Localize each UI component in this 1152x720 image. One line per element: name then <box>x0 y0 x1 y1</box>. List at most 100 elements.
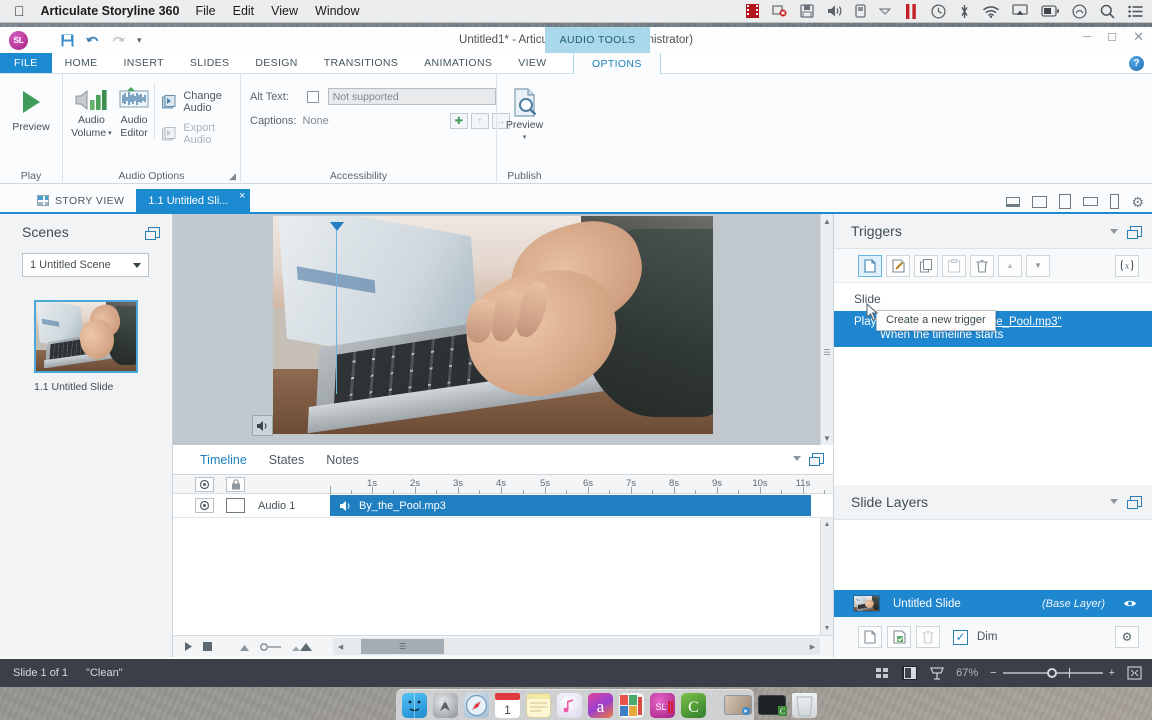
show-hide-all-icon[interactable] <box>195 476 214 492</box>
player-settings-gear-icon[interactable]: ⚙ <box>1131 195 1144 209</box>
preview-desktop-icon[interactable] <box>1006 196 1021 207</box>
tab-view[interactable]: VIEW <box>505 53 559 73</box>
menu-view[interactable]: View <box>271 4 298 18</box>
slide-canvas[interactable] <box>273 216 713 434</box>
tab-slides[interactable]: SLIDES <box>177 53 242 73</box>
tab-file[interactable]: FILE <box>0 53 52 73</box>
triggers-undock-icon[interactable] <box>1127 225 1142 239</box>
dock-item-safari[interactable] <box>464 692 489 720</box>
dock-minimized-terminal-window[interactable]: C <box>758 695 787 716</box>
volume-icon[interactable] <box>827 4 842 18</box>
slide-image-object[interactable] <box>273 216 713 434</box>
dock-item-microsoft-office[interactable] <box>619 692 644 718</box>
zoom-in-button[interactable]: + <box>1109 667 1115 679</box>
triggers-collapse-icon[interactable] <box>1110 228 1118 234</box>
edit-trigger-icon[interactable] <box>886 254 910 277</box>
hscroll-right-icon[interactable]: ▶ <box>805 643 820 651</box>
battery-icon[interactable] <box>1041 5 1059 17</box>
timeline-scroll-up-icon[interactable]: ▲ <box>821 518 833 531</box>
tab-transitions[interactable]: TRANSITIONS <box>311 53 411 73</box>
audio-object-badge[interactable] <box>252 415 273 436</box>
tab-home[interactable]: HOME <box>52 53 111 73</box>
bluetooth-icon[interactable] <box>959 4 970 19</box>
paste-trigger-icon[interactable] <box>942 254 966 277</box>
tab-design[interactable]: DESIGN <box>242 53 310 73</box>
change-audio-button[interactable]: Change Audio <box>162 90 240 114</box>
menu-file[interactable]: File <box>195 4 215 18</box>
lock-all-icon[interactable] <box>226 476 245 492</box>
zoom-slider[interactable]: − + <box>990 667 1115 679</box>
menu-edit[interactable]: Edit <box>233 4 255 18</box>
preview-phone-landscape-icon[interactable] <box>1083 197 1099 206</box>
zoom-knob[interactable] <box>1046 668 1057 678</box>
zoom-out-timeline-icon[interactable] <box>238 643 251 651</box>
dock-item-itunes[interactable] <box>557 692 582 718</box>
triggers-empty-area[interactable] <box>834 347 1152 485</box>
tab-insert[interactable]: INSERT <box>110 53 176 73</box>
timeline-collapse-icon[interactable] <box>793 456 801 461</box>
layers-undock-icon[interactable] <box>1127 496 1142 509</box>
delete-layer-icon[interactable] <box>916 626 940 648</box>
spotlight-search-icon[interactable] <box>1100 4 1115 19</box>
alt-text-checkbox[interactable] <box>307 90 319 103</box>
notification-center-icon[interactable] <box>1128 5 1143 18</box>
timeline-audio-clip[interactable]: By_the_Pool.mp3 <box>330 495 811 516</box>
close-icon[interactable]: ✕ <box>1133 29 1144 45</box>
help-icon[interactable]: ? <box>1129 56 1144 71</box>
scroll-down-arrow-icon[interactable]: ▼ <box>821 431 833 445</box>
new-layer-icon[interactable] <box>858 626 882 648</box>
audio-volume-button[interactable]: Audio Volume ▾ <box>69 83 114 139</box>
duplicate-layer-icon[interactable] <box>887 626 911 648</box>
track-visibility-icon[interactable] <box>195 498 214 513</box>
visibility-eye-icon[interactable] <box>1123 599 1137 608</box>
screen-record-icon[interactable] <box>772 4 787 18</box>
import-caption-icon[interactable]: ↑ <box>470 113 489 129</box>
layer-properties-gear-icon[interactable]: ⚙ <box>1115 626 1139 648</box>
menu-window[interactable]: Window <box>315 4 359 18</box>
scene-select-dropdown[interactable]: 1 Untitled Scene <box>22 253 149 277</box>
timeline-track-row[interactable]: Audio 1 By_the_Pool.mp3 <box>173 494 833 518</box>
layers-collapse-icon[interactable] <box>1110 499 1118 504</box>
minimize-icon[interactable]: ─ <box>1083 31 1091 43</box>
dock-item-storyline[interactable]: SL <box>650 692 675 720</box>
alt-text-input[interactable]: Not supported <box>327 88 496 105</box>
move-up-icon[interactable]: ▲ <box>998 254 1022 277</box>
preview-phone-portrait-icon[interactable] <box>1110 194 1120 209</box>
preview-tablet-landscape-icon[interactable] <box>1032 195 1048 208</box>
dock-minimized-preview-window[interactable] <box>724 695 752 715</box>
hscroll-thumb[interactable]: ☰ <box>361 639 444 654</box>
timeline-ruler[interactable]: 1s 2s 3s 4s 5s 6s 7s 8s 9s 10s 11s <box>330 475 825 494</box>
dock-item-launchpad[interactable] <box>433 692 458 718</box>
sim-card-icon[interactable] <box>855 4 866 18</box>
dock-item-articulate[interactable]: a <box>588 692 613 718</box>
timeline-play-icon[interactable] <box>184 642 192 651</box>
new-trigger-icon[interactable] <box>858 254 882 277</box>
timeline-scale-icon[interactable] <box>260 642 282 651</box>
apple-logo-icon[interactable]:  <box>14 4 25 18</box>
scene-slide-thumbnail[interactable] <box>34 300 138 373</box>
save-disk-icon[interactable] <box>800 4 814 18</box>
tab-states[interactable]: States <box>269 453 304 467</box>
audio-options-dialog-launcher[interactable]: ◢ <box>229 171 236 182</box>
dock-item-trash[interactable] <box>792 692 817 718</box>
chevron-down-icon[interactable] <box>879 6 891 16</box>
track-lock-checkbox[interactable] <box>226 498 245 513</box>
dock-item-finder[interactable] <box>402 692 427 720</box>
time-machine-icon[interactable] <box>931 3 946 19</box>
tab-animations[interactable]: ANIMATIONS <box>411 53 505 73</box>
siri-icon[interactable] <box>1072 3 1087 19</box>
menubar-app-name[interactable]: Articulate Storyline 360 <box>41 4 180 18</box>
timeline-grid[interactable]: ▲ ▼ <box>173 518 833 635</box>
timeline-vertical-scrollbar[interactable]: ▲ ▼ <box>820 518 833 635</box>
timeline-stop-icon[interactable] <box>203 642 212 651</box>
airplay-icon[interactable] <box>1012 4 1028 18</box>
tab-timeline[interactable]: Timeline <box>200 453 247 467</box>
fit-to-window-icon[interactable] <box>1127 666 1142 680</box>
audio-editor-button[interactable]: Audio Editor <box>114 83 156 139</box>
close-tab-icon[interactable]: × <box>239 190 245 202</box>
film-strip-icon[interactable] <box>746 4 759 18</box>
slide-layer-row[interactable]: Untitled Slide (Base Layer) <box>834 590 1152 617</box>
preview-tablet-portrait-icon[interactable] <box>1059 194 1072 209</box>
preview-button[interactable]: Preview <box>2 87 60 133</box>
move-down-icon[interactable]: ▼ <box>1026 254 1050 277</box>
